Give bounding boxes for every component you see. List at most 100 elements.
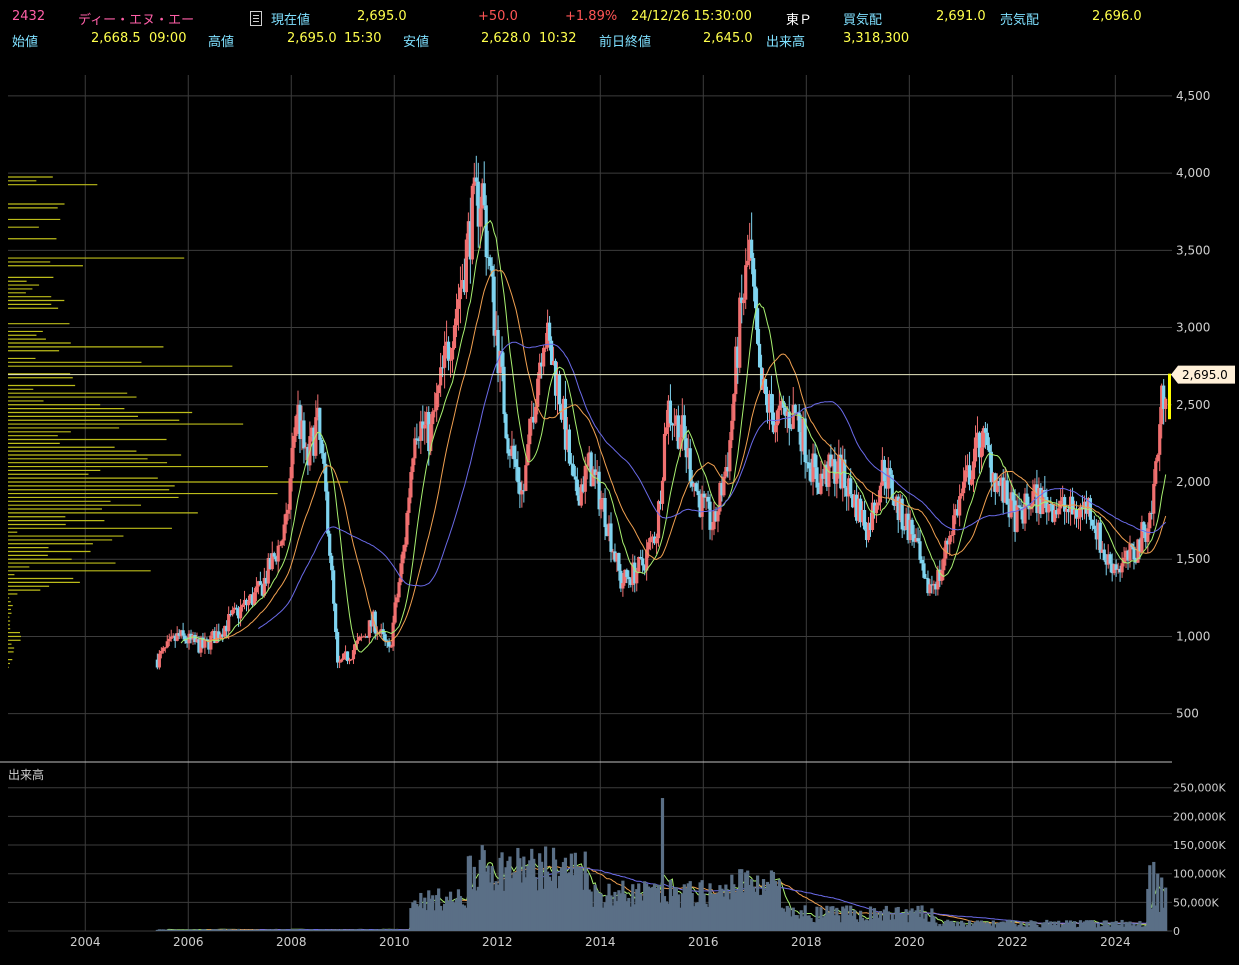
y-tick-label: 4,000 bbox=[1176, 166, 1210, 180]
candle-down bbox=[916, 538, 920, 542]
candle-up bbox=[1148, 512, 1152, 529]
candle-up bbox=[411, 458, 415, 473]
candle-up bbox=[647, 542, 651, 550]
candle-up bbox=[878, 485, 883, 503]
current-price-marker: 2,695.0 bbox=[8, 365, 1235, 420]
candle-up bbox=[159, 651, 163, 654]
candle-up bbox=[542, 347, 546, 367]
volume-bars bbox=[155, 798, 1168, 931]
candle-up bbox=[246, 600, 251, 606]
candle-up bbox=[635, 571, 639, 584]
volume-tick-label: 100,000K bbox=[1173, 868, 1226, 881]
candle-down bbox=[181, 630, 185, 636]
candle-up bbox=[349, 659, 354, 661]
candle-up bbox=[254, 586, 259, 593]
candle-up bbox=[1076, 517, 1081, 519]
candle-up bbox=[433, 410, 437, 412]
x-tick-label: 2014 bbox=[585, 935, 616, 949]
candle-down bbox=[502, 366, 506, 415]
candle-up bbox=[835, 473, 839, 484]
candle-up bbox=[637, 557, 641, 572]
candle-up bbox=[971, 461, 976, 480]
candle-down bbox=[813, 453, 817, 468]
candle-down bbox=[1025, 493, 1029, 506]
candle-up bbox=[227, 614, 231, 632]
candle-up bbox=[401, 551, 405, 564]
candle-up bbox=[928, 584, 932, 594]
candle-up bbox=[407, 497, 411, 513]
candle-up bbox=[963, 470, 968, 482]
candle-down bbox=[330, 555, 334, 571]
candle-down bbox=[326, 491, 330, 534]
candle-up bbox=[710, 529, 714, 531]
candle-down bbox=[983, 428, 987, 433]
candle-down bbox=[334, 603, 338, 633]
candle-down bbox=[482, 183, 486, 206]
candle-down bbox=[755, 308, 760, 344]
candle-down bbox=[1090, 519, 1094, 526]
candle-down bbox=[793, 404, 797, 414]
price-chart[interactable]: 4,500 4,000 3,500 3,000 2,500 2,000 1,500 1,000… bbox=[0, 0, 1239, 965]
candle-up bbox=[338, 661, 342, 663]
candle-down bbox=[763, 379, 768, 395]
candle-down bbox=[387, 641, 391, 647]
candle-down bbox=[514, 459, 518, 467]
candle-up bbox=[456, 299, 461, 309]
x-tick-label: 2018 bbox=[791, 935, 822, 949]
candle-up bbox=[621, 582, 625, 589]
y-tick-label: 3,500 bbox=[1176, 243, 1210, 257]
candle-up bbox=[403, 544, 407, 552]
x-tick-label: 2004 bbox=[70, 935, 101, 949]
candle-down bbox=[688, 448, 692, 482]
candle-up bbox=[544, 347, 548, 349]
candle-up bbox=[672, 424, 676, 426]
x-tick-label: 2008 bbox=[276, 935, 307, 949]
candle-up bbox=[452, 325, 457, 348]
candle-down bbox=[1098, 522, 1102, 553]
candle-up bbox=[391, 622, 395, 647]
candle-up bbox=[393, 602, 397, 623]
candle-up bbox=[773, 425, 778, 433]
candle-down bbox=[320, 439, 324, 454]
candle-down bbox=[332, 570, 336, 604]
candle-down bbox=[882, 459, 886, 482]
candle-up bbox=[1154, 461, 1158, 484]
candle-down bbox=[603, 498, 607, 528]
candle-up bbox=[1146, 528, 1150, 542]
x-tick-label: 2016 bbox=[688, 935, 719, 949]
candle-up bbox=[409, 472, 413, 498]
y-tick-label: 2,000 bbox=[1176, 475, 1210, 489]
candlestick-series bbox=[155, 155, 1168, 670]
candle-down bbox=[696, 491, 700, 496]
candle-down bbox=[752, 258, 756, 287]
candle-down bbox=[557, 374, 562, 405]
candle-down bbox=[446, 341, 451, 361]
candle-up bbox=[950, 535, 954, 537]
candle-up bbox=[775, 410, 779, 426]
candle-up bbox=[952, 515, 956, 536]
candle-up bbox=[942, 558, 946, 571]
candle-up bbox=[1156, 454, 1160, 462]
candle-up bbox=[294, 416, 298, 436]
x-tick-label: 2022 bbox=[997, 935, 1028, 949]
candle-up bbox=[435, 393, 439, 411]
candle-down bbox=[567, 429, 571, 464]
ma-short-line bbox=[180, 219, 1167, 653]
candle-up bbox=[948, 535, 952, 545]
candle-up bbox=[431, 411, 435, 425]
candle-down bbox=[547, 322, 552, 341]
candle-down bbox=[617, 552, 621, 571]
candle-up bbox=[339, 659, 344, 662]
candle-up bbox=[282, 524, 286, 541]
candle-up bbox=[524, 465, 528, 492]
candle-up bbox=[276, 545, 280, 562]
candle-up bbox=[874, 505, 879, 514]
candle-up bbox=[1152, 483, 1156, 514]
candle-down bbox=[383, 634, 387, 641]
candle-up bbox=[169, 636, 173, 639]
candle-up bbox=[209, 635, 213, 650]
candle-up bbox=[280, 540, 284, 546]
candle-up bbox=[292, 435, 296, 448]
candle-down bbox=[322, 453, 326, 464]
volume-panel-label: 出来高 bbox=[8, 767, 44, 782]
